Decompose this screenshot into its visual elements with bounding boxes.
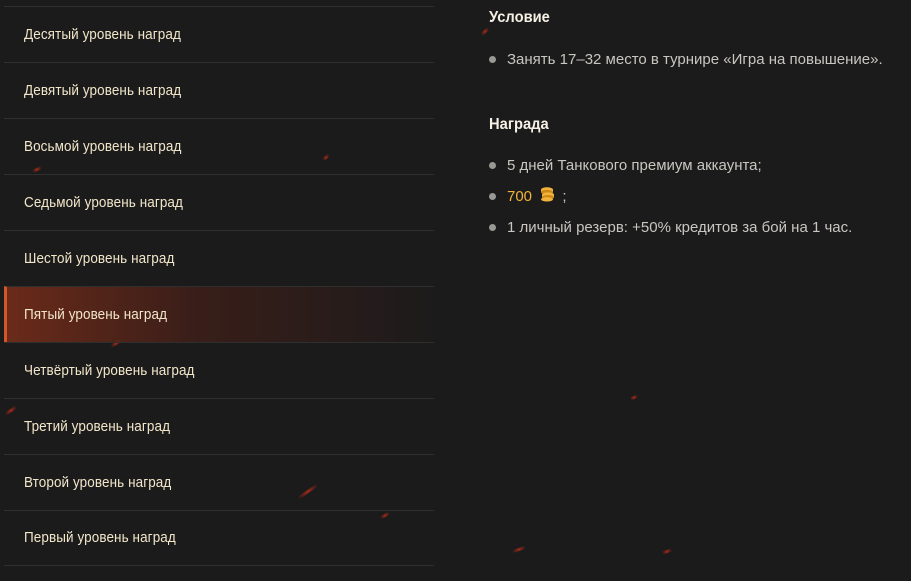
sidebar-item-level-6[interactable]: Шестой уровень наград <box>4 230 434 286</box>
gold-amount: 700 <box>507 188 533 205</box>
page-root: Десятый уровень наград Девятый уровень н… <box>0 0 911 581</box>
sidebar-item-level-7[interactable]: Седьмой уровень наград <box>4 174 434 230</box>
ember-spark-decoration <box>511 545 527 554</box>
reward-title: Награда <box>489 116 549 133</box>
bullet-icon <box>489 193 496 200</box>
bullet-icon <box>489 224 496 231</box>
sidebar-item-level-1[interactable]: Первый уровень наград <box>4 510 434 566</box>
premium-reward-text: 5 дней Танкового премиум аккаунта; <box>507 157 762 174</box>
sidebar-item-label: Второй уровень наград <box>24 474 172 491</box>
condition-text: Занять 17–32 место в турнире «Игра на по… <box>507 51 883 68</box>
sidebar-item-level-8[interactable]: Восьмой уровень наград <box>4 118 434 174</box>
sidebar-item-label: Седьмой уровень наград <box>24 194 184 211</box>
sidebar-item-label: Шестой уровень наград <box>24 250 175 267</box>
sidebar-item-level-10[interactable]: Десятый уровень наград <box>4 6 434 62</box>
sidebar-item-level-4[interactable]: Четвёртый уровень наград <box>4 342 434 398</box>
bullet-icon <box>489 162 496 169</box>
sidebar-item-label: Десятый уровень наград <box>24 26 181 43</box>
gold-suffix: ; <box>562 188 567 205</box>
reserve-reward-text: 1 личный резерв: +50% кредитов за бой на… <box>507 219 853 236</box>
list-item: 700 ; <box>489 181 852 212</box>
reward-levels-sidebar: Десятый уровень наград Девятый уровень н… <box>4 6 434 566</box>
sidebar-item-label: Пятый уровень наград <box>24 306 168 323</box>
condition-title: Условие <box>489 9 550 26</box>
list-item: Занять 17–32 место в турнире «Игра на по… <box>489 44 883 75</box>
list-item: 1 личный резерв: +50% кредитов за бой на… <box>489 212 852 243</box>
sidebar-item-level-9[interactable]: Девятый уровень наград <box>4 62 434 118</box>
sidebar-item-level-2[interactable]: Второй уровень наград <box>4 454 434 510</box>
condition-list: Занять 17–32 место в турнире «Игра на по… <box>489 44 883 75</box>
sidebar-item-label: Первый уровень наград <box>24 530 176 546</box>
sidebar-item-level-5-active[interactable]: Пятый уровень наград <box>4 286 434 342</box>
ember-spark-decoration <box>661 548 673 555</box>
reward-list: 5 дней Танкового премиум аккаунта; 700 ;… <box>489 150 852 243</box>
sidebar-item-label: Девятый уровень наград <box>24 82 182 99</box>
gold-coins-icon <box>538 182 556 213</box>
bullet-icon <box>489 56 496 63</box>
sidebar-item-label: Восьмой уровень наград <box>24 138 182 155</box>
ember-spark-decoration <box>629 394 639 401</box>
sidebar-item-label: Третий уровень наград <box>24 418 171 435</box>
list-item: 5 дней Танкового премиум аккаунта; <box>489 150 852 181</box>
sidebar-item-level-3[interactable]: Третий уровень наград <box>4 398 434 454</box>
sidebar-item-label: Четвёртый уровень наград <box>24 362 195 379</box>
ember-spark-decoration <box>480 26 490 37</box>
